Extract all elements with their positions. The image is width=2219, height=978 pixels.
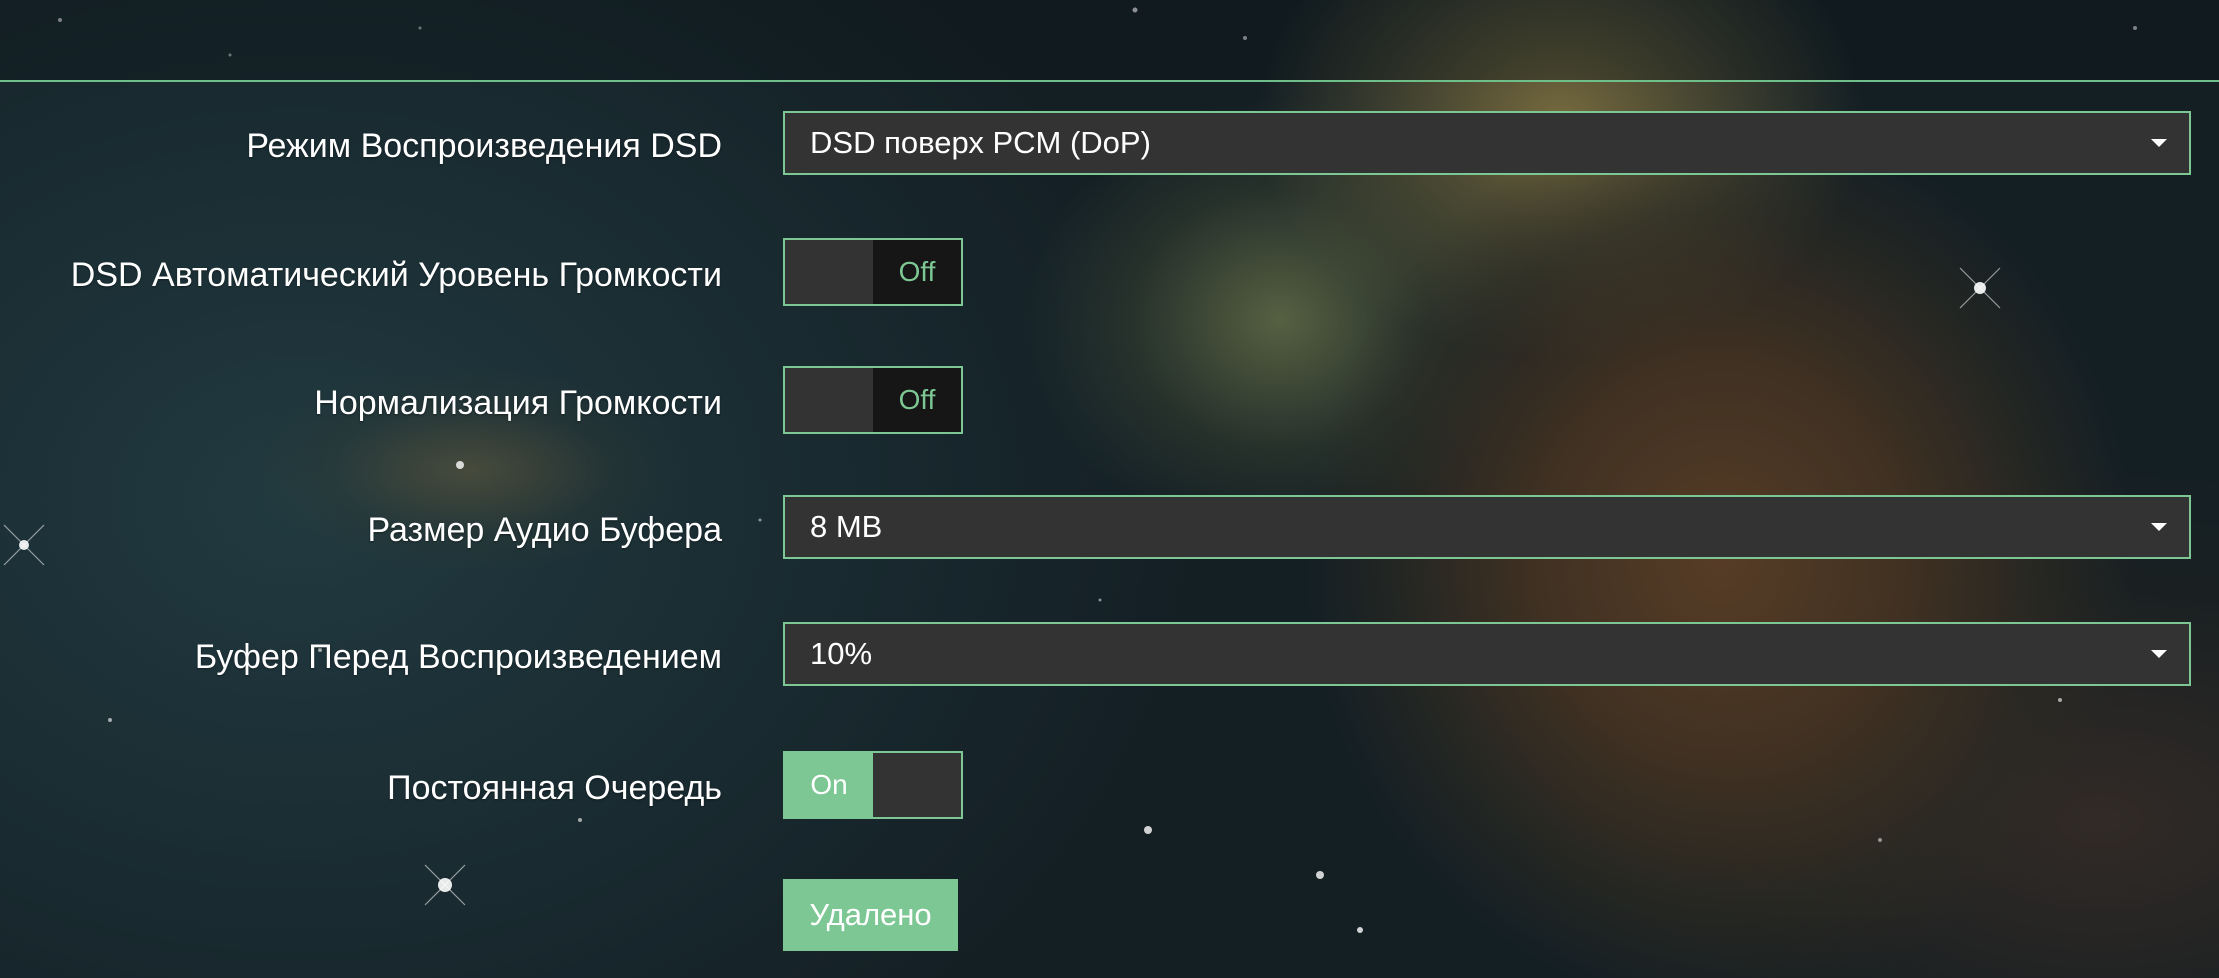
persistent-queue-label: Постоянная Очередь [387,769,722,807]
dsd-mode-value: DSD поверх PCM (DoP) [810,125,1151,160]
dsd-mode-label: Режим Воспроизведения DSD [246,127,722,165]
setting-row-audio-buffer: Размер Аудио Буфера 8 MB [0,495,2219,563]
setting-row-volume-normalization: Нормализация Громкости Off [0,366,2219,434]
volume-normalization-label: Нормализация Громкости [314,384,722,422]
toggle-state-text: Off [873,240,961,304]
caret-down-icon [2151,139,2167,147]
dsd-mode-select[interactable]: DSD поверх PCM (DoP) [783,111,2191,175]
toggle-knob [785,240,873,304]
toggle-state-text: On [785,753,873,817]
persistent-queue-toggle[interactable]: On [783,751,963,819]
prebuffer-value: 10% [810,636,873,671]
dsd-auto-volume-label: DSD Автоматический Уровень Громкости [70,256,722,294]
setting-row-prebuffer: Буфер Перед Воспроизведением 10% [0,622,2219,690]
prebuffer-label: Буфер Перед Воспроизведением [194,638,722,676]
audio-buffer-value: 8 MB [810,509,883,544]
setting-row-dsd-auto-volume: DSD Автоматический Уровень Громкости Off [0,238,2219,306]
setting-row-persistent-queue: Постоянная Очередь On [0,751,2219,819]
audio-buffer-select[interactable]: 8 MB [783,495,2191,559]
audio-buffer-label: Размер Аудио Буфера [367,511,722,549]
toggle-state-text: Off [873,368,961,432]
volume-normalization-toggle[interactable]: Off [783,366,963,434]
dsd-auto-volume-toggle[interactable]: Off [783,238,963,306]
submit-button[interactable]: Удалено [783,879,958,951]
prebuffer-select[interactable]: 10% [783,622,2191,686]
caret-down-icon [2151,650,2167,658]
caret-down-icon [2151,523,2167,531]
setting-row-dsd-mode: Режим Воспроизведения DSD DSD поверх PCM… [0,111,2219,179]
toggle-knob [785,368,873,432]
top-bar [0,0,2219,82]
toggle-knob [873,753,961,817]
